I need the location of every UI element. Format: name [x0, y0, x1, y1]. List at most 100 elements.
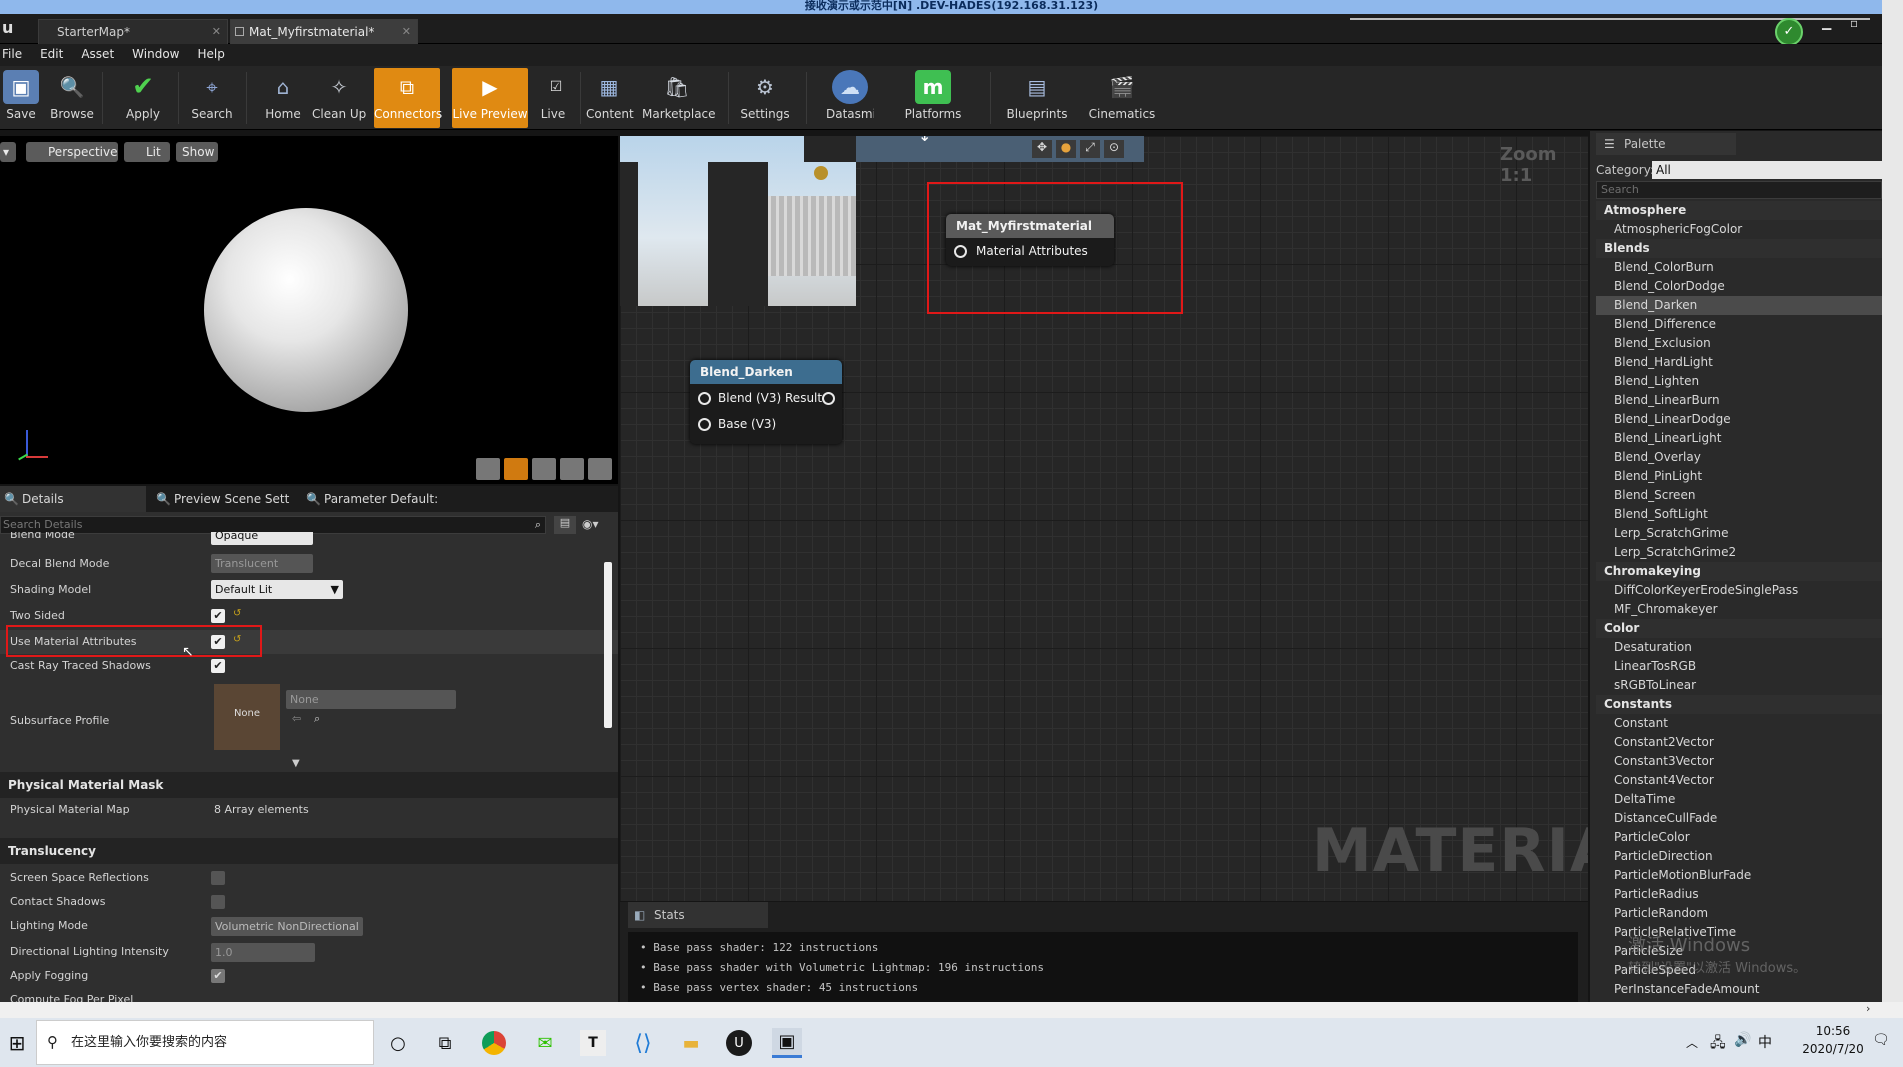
- palette-item[interactable]: Lerp_ScratchGrime2: [1596, 543, 1882, 562]
- palette-item[interactable]: Desaturation: [1596, 638, 1882, 657]
- palette-item[interactable]: ParticleDirection: [1596, 847, 1882, 866]
- palette-item[interactable]: ParticleColor: [1596, 828, 1882, 847]
- palette-item[interactable]: PerInstanceFadeAmount: [1596, 980, 1882, 999]
- window-horizontal-scrollbar[interactable]: ›: [0, 1002, 1903, 1018]
- palette-item[interactable]: Blend_LinearDodge: [1596, 410, 1882, 429]
- preview-shape-cylinder-button[interactable]: [476, 458, 500, 480]
- cinematics-button[interactable]: 🎬 Cinematics: [1082, 68, 1162, 128]
- palette-item[interactable]: Blend_Exclusion: [1596, 334, 1882, 353]
- cortana-icon[interactable]: ○: [383, 1028, 413, 1058]
- palette-item[interactable]: MF_Chromakeyer: [1596, 600, 1882, 619]
- palette-item[interactable]: Blend_Difference: [1596, 315, 1882, 334]
- datasmith-button[interactable]: ☁ Datasmith: [826, 68, 874, 128]
- menu-edit[interactable]: Edit: [31, 44, 72, 61]
- visibility-eye-icon[interactable]: ◉▾: [582, 517, 599, 531]
- palette-item[interactable]: Blend_ColorDodge: [1596, 277, 1882, 296]
- tab-preview-scene-settings[interactable]: 🔍 Preview Scene Sett: [152, 486, 298, 512]
- palette-item[interactable]: Blend_ColorBurn: [1596, 258, 1882, 277]
- search-button[interactable]: ⌖ Search: [190, 68, 234, 128]
- browse-asset-icon[interactable]: ⌕: [314, 712, 320, 726]
- taskbar-search-input[interactable]: ⚲ 在这里输入你要搜索的内容: [36, 1020, 374, 1065]
- menu-file[interactable]: File: [0, 44, 31, 61]
- menu-asset[interactable]: Asset: [72, 44, 123, 61]
- blueprints-button[interactable]: ▤ Blueprints: [1004, 68, 1070, 128]
- clean-up-button[interactable]: ✧ Clean Up: [312, 68, 366, 128]
- notification-icon[interactable]: 🗨: [1872, 1032, 1890, 1048]
- scroll-right-arrow-icon[interactable]: ›: [1866, 1002, 1870, 1015]
- connectors-button[interactable]: ⧉ Connectors: [374, 68, 442, 128]
- typora-icon[interactable]: T: [580, 1030, 606, 1056]
- palette-item[interactable]: ParticleRadius: [1596, 885, 1882, 904]
- preview-shape-mesh-button[interactable]: [588, 458, 612, 480]
- palette-category[interactable]: Blends: [1596, 239, 1882, 258]
- palette-item[interactable]: Blend_Overlay: [1596, 448, 1882, 467]
- graph-realtime-icon[interactable]: ⊙: [1104, 140, 1124, 158]
- tab-material[interactable]: Mat_Myfirstmaterial* ✕: [230, 19, 418, 44]
- start-button[interactable]: ⊞: [2, 1028, 32, 1058]
- subsurface-profile-thumbnail[interactable]: None: [214, 684, 280, 750]
- palette-item[interactable]: Blend_LinearLight: [1596, 429, 1882, 448]
- contact-shadows-checkbox[interactable]: [211, 895, 225, 909]
- palette-item[interactable]: Blend_HardLight: [1596, 353, 1882, 372]
- browse-button[interactable]: 🔍 Browse: [48, 68, 96, 128]
- palette-item[interactable]: Lerp_ScratchGrime: [1596, 524, 1882, 543]
- show-button[interactable]: Show: [176, 142, 218, 162]
- blend-output-pin[interactable]: [822, 392, 835, 405]
- palette-item[interactable]: Constant: [1596, 714, 1882, 733]
- directional-lighting-intensity-input[interactable]: 1.0: [211, 943, 315, 962]
- close-icon[interactable]: ✕: [212, 20, 221, 44]
- blend-input-pin[interactable]: [698, 392, 711, 405]
- maximize-icon[interactable]: ▫: [1850, 16, 1858, 30]
- palette-item[interactable]: DistanceCullFade: [1596, 809, 1882, 828]
- palette-item[interactable]: Constant4Vector: [1596, 771, 1882, 790]
- palette-search-input[interactable]: Search: [1596, 181, 1882, 199]
- tab-startermap[interactable]: StarterMap* ✕: [38, 19, 228, 44]
- network-icon[interactable]: 🖧: [1710, 1032, 1726, 1056]
- palette-category[interactable]: Color: [1596, 619, 1882, 638]
- clock-date[interactable]: 2020/7/20: [1798, 1042, 1868, 1056]
- palette-item[interactable]: Blend_PinLight: [1596, 467, 1882, 486]
- use-selected-arrow-icon[interactable]: ⇦: [292, 712, 301, 725]
- content-button[interactable]: ▦ Content: [586, 68, 634, 128]
- tab-details[interactable]: 🔍 Details: [0, 486, 146, 512]
- palette-item[interactable]: Blend_LinearBurn: [1596, 391, 1882, 410]
- preview-shape-plane-button[interactable]: [532, 458, 556, 480]
- palette-item[interactable]: AtmosphericFogColor: [1596, 220, 1882, 239]
- palette-item[interactable]: ParticleRandom: [1596, 904, 1882, 923]
- tray-expand-icon[interactable]: ︿: [1686, 1034, 1698, 1051]
- preview-shape-sphere-button[interactable]: [504, 458, 528, 480]
- palette-item[interactable]: sRGBToLinear: [1596, 676, 1882, 695]
- minimize-icon[interactable]: ▁: [1822, 16, 1831, 30]
- apply-button[interactable]: ✔ Apply: [122, 68, 164, 128]
- viewport-menu-button[interactable]: ▾: [0, 142, 16, 162]
- section-translucency[interactable]: Translucency: [0, 838, 618, 864]
- save-button[interactable]: ▣ Save: [2, 68, 40, 128]
- blend-mode-select[interactable]: Opaque: [211, 532, 313, 545]
- graph-sphere-icon[interactable]: ●: [1056, 140, 1076, 158]
- task-view-icon[interactable]: ⧉: [430, 1028, 460, 1058]
- graph-move-icon[interactable]: ✥: [1032, 140, 1052, 158]
- ssr-checkbox[interactable]: [211, 871, 225, 885]
- blend-darken-node[interactable]: Blend_Darken Blend (V3) Result Base (V3): [690, 360, 842, 444]
- wechat-icon[interactable]: ✉: [530, 1028, 560, 1058]
- palette-category[interactable]: Atmosphere: [1596, 201, 1882, 220]
- palette-item[interactable]: ParticleMotionBlurFade: [1596, 866, 1882, 885]
- base-input-pin[interactable]: [698, 418, 711, 431]
- menu-help[interactable]: Help: [188, 44, 233, 61]
- perspective-button[interactable]: Perspective: [26, 142, 118, 162]
- two-sided-checkbox[interactable]: ✔: [211, 609, 225, 623]
- palette-item[interactable]: Blend_Screen: [1596, 486, 1882, 505]
- unreal-engine-icon[interactable]: U: [726, 1030, 752, 1056]
- tab-parameter-defaults[interactable]: 🔍 Parameter Default:: [302, 486, 448, 512]
- menu-window[interactable]: Window: [123, 44, 188, 61]
- palette-category[interactable]: Constants: [1596, 695, 1882, 714]
- expand-advanced-icon[interactable]: ▼: [292, 758, 300, 769]
- subsurface-profile-select[interactable]: None: [286, 690, 456, 709]
- palette-item[interactable]: Constant3Vector: [1596, 752, 1882, 771]
- ime-indicator[interactable]: 中: [1758, 1032, 1772, 1052]
- details-scrollbar[interactable]: [604, 562, 612, 728]
- chrome-icon[interactable]: [482, 1031, 506, 1055]
- preview-shape-cube-button[interactable]: [560, 458, 584, 480]
- palette-item[interactable]: Blend_SoftLight: [1596, 505, 1882, 524]
- palette-category[interactable]: Chromakeying: [1596, 562, 1882, 581]
